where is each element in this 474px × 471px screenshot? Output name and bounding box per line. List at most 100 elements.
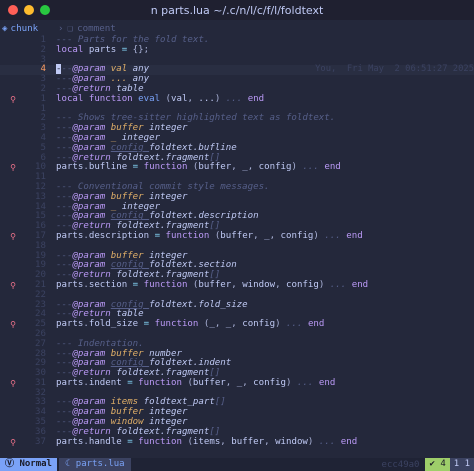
code-token: @return	[72, 368, 117, 379]
code-token: ...	[110, 74, 133, 85]
code-token: )	[307, 436, 319, 447]
code-token: )	[318, 279, 330, 290]
code-token: parts	[56, 377, 84, 388]
code-token: @param	[72, 142, 111, 153]
fold-marker-icon[interactable]: ⚲	[0, 438, 26, 448]
code-token: @param	[72, 260, 111, 271]
winbar-context[interactable]: › ❑ comment	[58, 23, 116, 34]
code-token: @param	[72, 123, 111, 134]
fold-marker-icon[interactable]: ⚲	[0, 320, 26, 330]
code-token: ---	[56, 142, 73, 153]
code-token: []	[209, 152, 221, 163]
code-token: window	[275, 436, 308, 447]
fold-marker-icon[interactable]: ⚲	[0, 163, 26, 173]
sign-column	[0, 154, 26, 164]
sign-column	[0, 418, 26, 428]
code-token: function	[138, 377, 188, 388]
code-line[interactable]: ⚲ 31 parts.indent = function (buffer, _, c…	[0, 377, 474, 389]
sign-column	[0, 408, 26, 418]
fold-marker-icon[interactable]: ⚲	[0, 379, 26, 389]
code-token: bufline	[88, 162, 128, 173]
code-line[interactable]: ⚲ 21 parts.section = function (buffer, win…	[0, 279, 474, 291]
code-token: any	[132, 64, 150, 75]
code-token: buffer	[110, 123, 150, 134]
sign-column	[0, 310, 26, 320]
git-branch: ecc49a0	[381, 459, 420, 470]
code-token: buffer	[198, 279, 232, 290]
code-line[interactable]: ⚲ 1 local function eval (val, ...) ... end	[0, 93, 474, 105]
sign-column	[0, 203, 26, 213]
code-token: =	[138, 319, 155, 330]
code-token: --	[61, 64, 73, 75]
code-token: @param	[72, 417, 111, 428]
code-line[interactable]: ⚲ 25 parts.fold_size = function (_, _, con…	[0, 319, 474, 330]
code-token: =	[121, 436, 139, 447]
code-token: description	[88, 230, 150, 241]
winbar-scope[interactable]: ◈ chunk	[0, 23, 58, 34]
code-token: ---	[56, 152, 73, 163]
fold-marker-icon[interactable]: ⚲	[0, 95, 26, 105]
code-token: integer	[121, 132, 161, 143]
code-token: []	[209, 270, 221, 281]
code-token: @param	[72, 299, 111, 310]
code-token: buffer	[110, 250, 150, 261]
code-token: section	[88, 279, 128, 290]
code-token: ,	[275, 279, 287, 290]
code-token: =	[121, 377, 139, 388]
code-token: integer	[149, 123, 188, 134]
code-line[interactable]: ⚲ 17 parts.description = function (buffer,…	[0, 230, 474, 242]
file-segment[interactable]: ☾ parts.lua	[58, 458, 131, 471]
code-token: table	[116, 309, 144, 320]
fold-marker-icon[interactable]: ⚲	[0, 281, 26, 291]
code-token: function	[165, 230, 215, 241]
code-token: any	[132, 74, 150, 85]
code-token: end	[346, 230, 363, 241]
code-token: @param	[72, 358, 111, 369]
code-token: ---	[56, 191, 73, 202]
code-token: buffer	[220, 230, 254, 241]
code-token: ---	[56, 397, 73, 408]
code-line[interactable]: 2 local parts = {};	[0, 45, 474, 56]
sign-column	[0, 75, 26, 85]
code-token: ,	[231, 162, 243, 173]
code-token: ,	[187, 93, 199, 104]
code-token: items	[110, 397, 144, 408]
code-token: end	[340, 436, 358, 447]
code-line[interactable]: ⚲ 10 parts.bufline = function (buffer, _, …	[0, 162, 474, 173]
sign-column	[0, 46, 26, 56]
code-token: config	[110, 299, 150, 310]
code-line[interactable]: ⚲ 37 parts.handle = function (items, buffe…	[0, 436, 474, 448]
code-token: buffer	[231, 436, 265, 447]
minimize-button[interactable]	[24, 5, 34, 15]
code-token: integer	[149, 191, 188, 202]
sign-column	[0, 173, 26, 183]
fold-marker-icon[interactable]: ⚲	[0, 232, 26, 242]
code-token: integer	[149, 417, 188, 428]
app-window: n parts.lua ~/.c/n/l/c/f/l/foldtext ◈ ch…	[0, 0, 474, 471]
code-token: --- Shows tree-sitter highlighted text a…	[56, 113, 336, 124]
winbar-scope-label: chunk	[10, 22, 39, 34]
code-token: @param	[72, 211, 111, 222]
code-token: config	[286, 279, 319, 290]
code-token: ,	[220, 436, 232, 447]
square-icon: ◈	[2, 22, 8, 34]
editor-buffer[interactable]: 1 --- Parts for the fold text. 2 local part…	[0, 35, 474, 448]
code-token: function	[138, 436, 188, 447]
sign-column	[0, 359, 26, 369]
code-token: config	[110, 358, 150, 369]
code-token: config	[110, 260, 150, 271]
code-token: @return	[72, 270, 117, 281]
code-token: ---	[56, 83, 73, 94]
close-button[interactable]	[8, 5, 18, 15]
code-token: ---	[56, 299, 73, 310]
maximize-button[interactable]	[40, 5, 50, 15]
winbar-context-label: comment	[77, 22, 116, 34]
diagnostics-extra: 1 1	[449, 458, 474, 471]
code-token: number	[149, 348, 182, 359]
sign-column	[0, 183, 26, 193]
code-token: function	[88, 93, 139, 104]
code-token: []	[209, 426, 221, 437]
code-token: )	[275, 319, 287, 330]
code-token: foldtext.fold_size	[149, 299, 248, 310]
code-text: local parts = {};	[56, 45, 149, 56]
